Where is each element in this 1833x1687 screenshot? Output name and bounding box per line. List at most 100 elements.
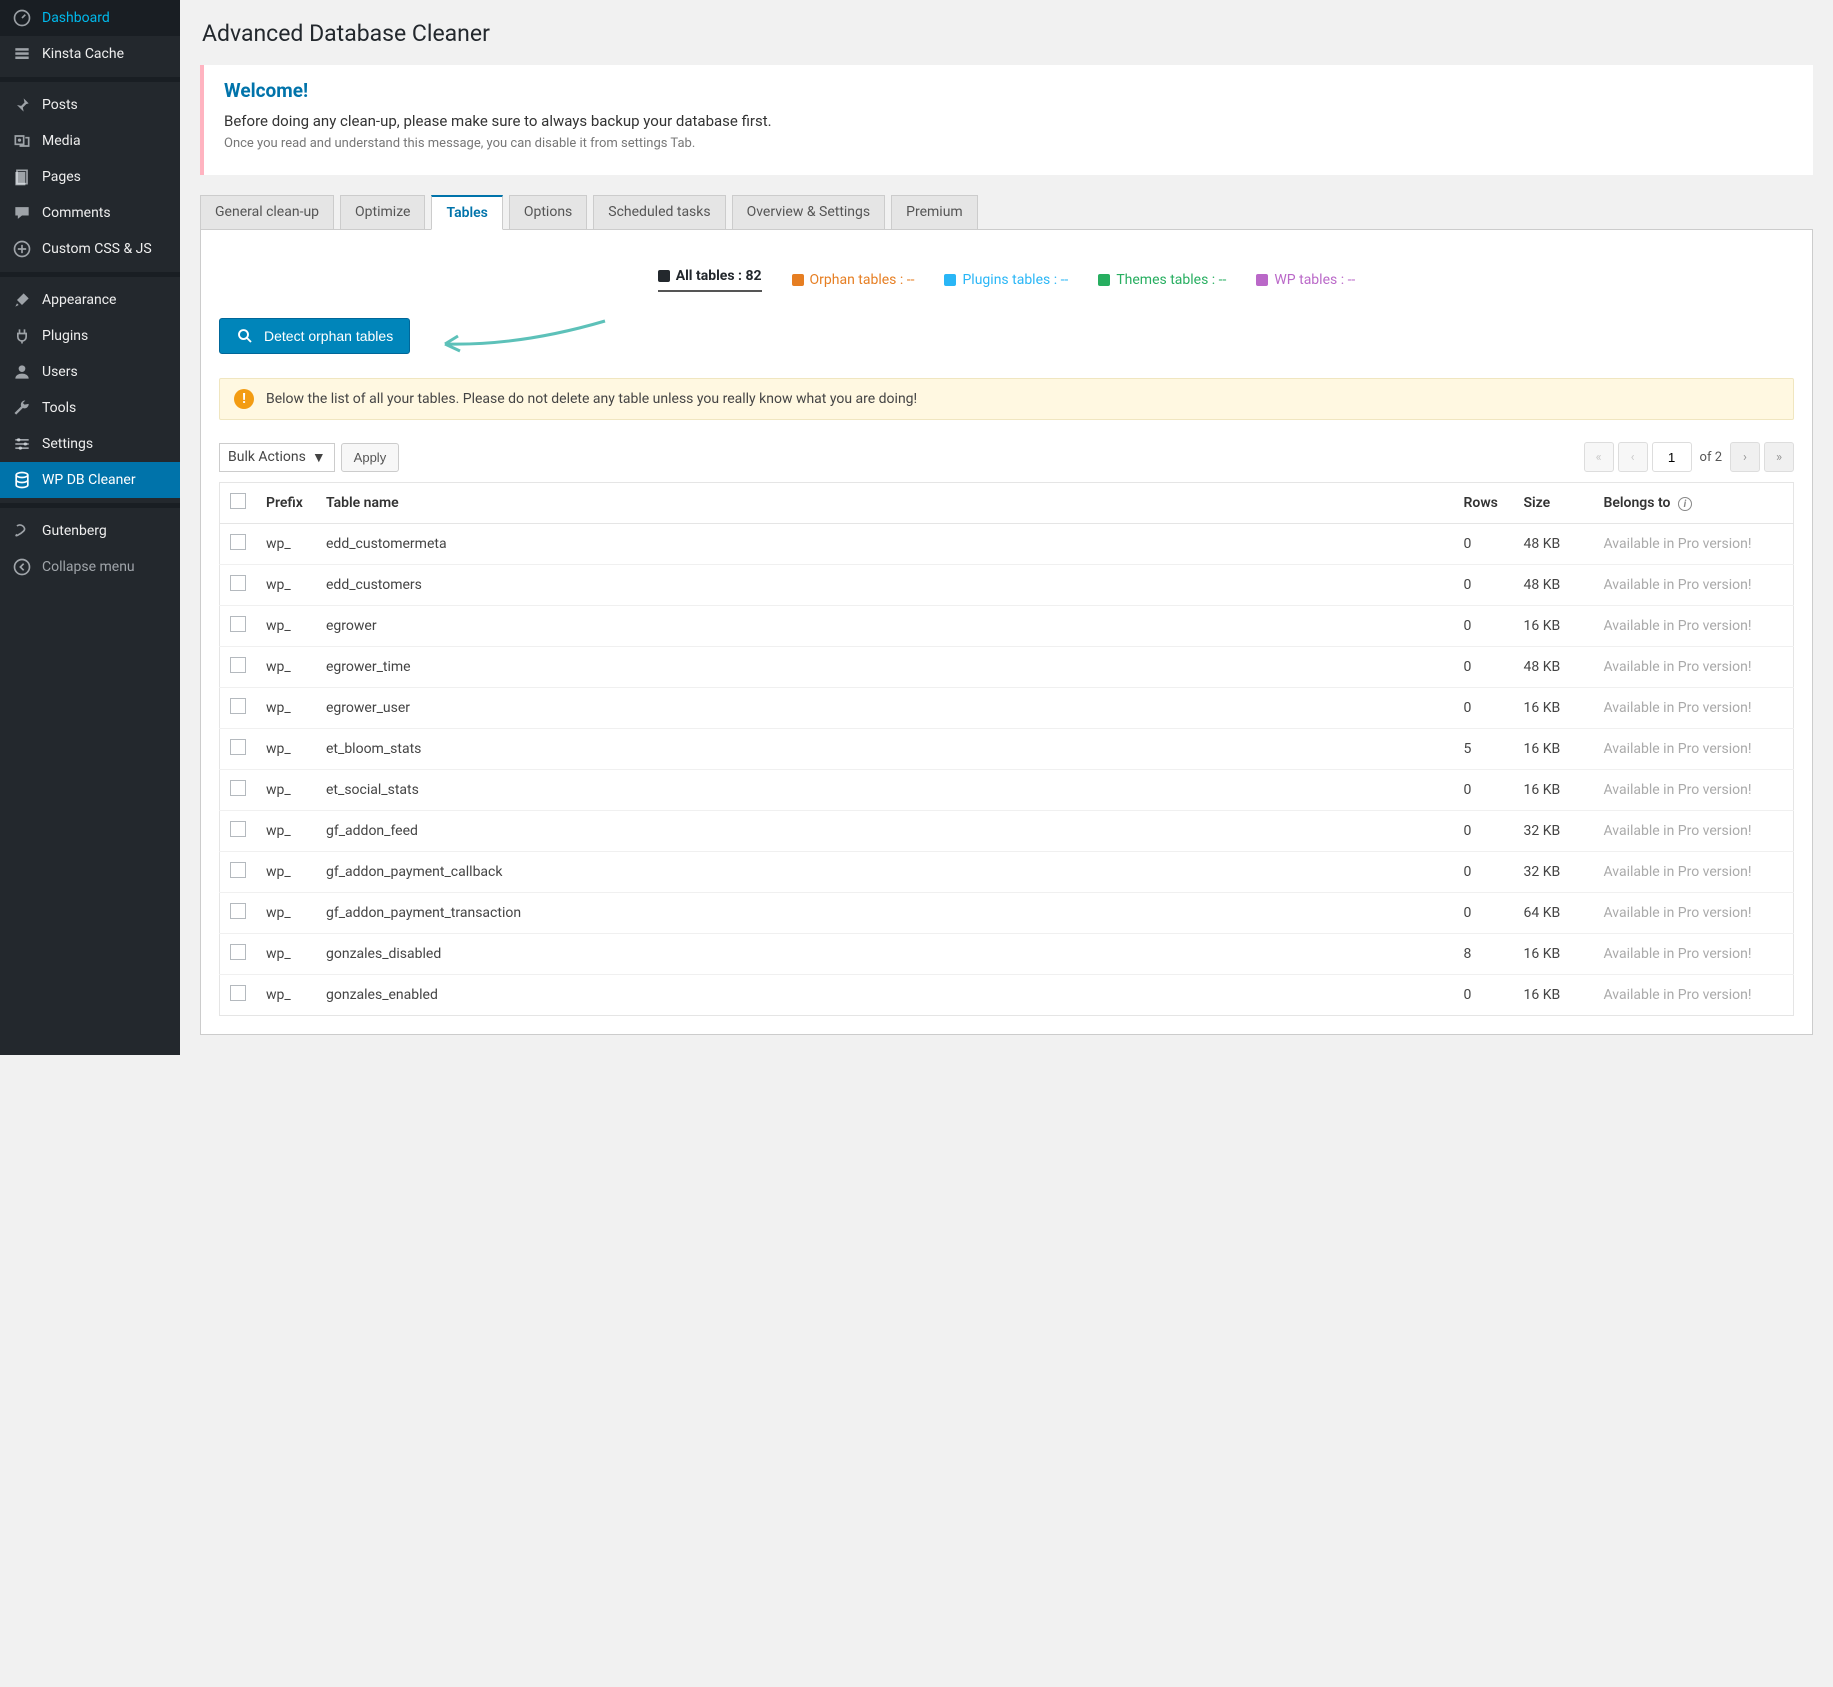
welcome-line2: Once you read and understand this messag… [224,136,1793,151]
table-row: wp_gonzales_disabled816 KBAvailable in P… [220,934,1794,975]
col-rows[interactable]: Rows [1454,483,1514,524]
row-rows: 0 [1454,975,1514,1016]
tabs: General clean-upOptimizeTablesOptionsSch… [200,195,1813,230]
page-first-button[interactable]: « [1584,442,1614,472]
row-name: et_social_stats [316,770,1454,811]
table-row: wp_et_bloom_stats516 KBAvailable in Pro … [220,729,1794,770]
page-last-button[interactable]: » [1764,442,1794,472]
row-name: et_bloom_stats [316,729,1454,770]
filter-all[interactable]: All tables : 82 [658,268,762,292]
row-name: egrower [316,606,1454,647]
row-name: gf_addon_feed [316,811,1454,852]
sidebar-item-wp-db-cleaner[interactable]: WP DB Cleaner [0,462,180,498]
sidebar-item-users[interactable]: Users [0,354,180,390]
square-icon [658,270,670,282]
row-checkbox[interactable] [230,534,246,550]
col-size[interactable]: Size [1514,483,1594,524]
table-row: wp_egrower_time048 KBAvailable in Pro ve… [220,647,1794,688]
sidebar-item-label: Tools [42,400,76,416]
tab-premium[interactable]: Premium [891,195,978,230]
apply-button[interactable]: Apply [341,443,400,472]
tab-general-clean-up[interactable]: General clean-up [200,195,334,230]
tab-overview-settings[interactable]: Overview & Settings [732,195,886,230]
row-prefix: wp_ [256,647,316,688]
sidebar-item-plugins[interactable]: Plugins [0,318,180,354]
row-name: edd_customermeta [316,524,1454,565]
sidebar-item-appearance[interactable]: Appearance [0,282,180,318]
row-size: 48 KB [1514,565,1594,606]
sidebar-item-label: Collapse menu [42,559,135,575]
row-prefix: wp_ [256,934,316,975]
row-checkbox[interactable] [230,657,246,673]
sidebar-item-label: Plugins [42,328,88,344]
sidebar-item-comments[interactable]: Comments [0,195,180,231]
sidebar-item-tools[interactable]: Tools [0,390,180,426]
sidebar-item-gutenberg[interactable]: Gutenberg [0,513,180,549]
sidebar-item-kinsta-cache[interactable]: Kinsta Cache [0,36,180,72]
sidebar-item-label: Kinsta Cache [42,46,124,62]
cache-icon [12,44,32,64]
filter-themes[interactable]: Themes tables : -- [1098,268,1226,292]
filter-plugins[interactable]: Plugins tables : -- [944,268,1068,292]
sidebar-item-pages[interactable]: Pages [0,159,180,195]
sidebar-item-collapse-menu[interactable]: Collapse menu [0,549,180,585]
page-next-button[interactable]: › [1730,442,1760,472]
row-checkbox[interactable] [230,985,246,1001]
col-name[interactable]: Table name [316,483,1454,524]
row-checkbox[interactable] [230,698,246,714]
row-checkbox[interactable] [230,944,246,960]
row-belongs: Available in Pro version! [1594,647,1794,688]
info-icon[interactable]: i [1678,497,1692,511]
page-current-input[interactable] [1652,442,1692,472]
row-checkbox[interactable] [230,616,246,632]
row-rows: 0 [1454,688,1514,729]
sidebar-item-custom-css-js[interactable]: Custom CSS & JS [0,231,180,267]
row-checkbox[interactable] [230,575,246,591]
detect-orphan-button[interactable]: Detect orphan tables [219,318,410,354]
row-checkbox[interactable] [230,739,246,755]
row-name: gf_addon_payment_callback [316,852,1454,893]
welcome-heading: Welcome! [224,79,1793,102]
row-name: egrower_user [316,688,1454,729]
row-prefix: wp_ [256,893,316,934]
row-belongs: Available in Pro version! [1594,688,1794,729]
row-rows: 5 [1454,729,1514,770]
sidebar-item-settings[interactable]: Settings [0,426,180,462]
row-belongs: Available in Pro version! [1594,975,1794,1016]
row-checkbox[interactable] [230,862,246,878]
row-checkbox[interactable] [230,903,246,919]
row-prefix: wp_ [256,524,316,565]
tab-optimize[interactable]: Optimize [340,195,425,230]
row-belongs: Available in Pro version! [1594,729,1794,770]
row-prefix: wp_ [256,852,316,893]
row-rows: 0 [1454,893,1514,934]
welcome-box: Welcome! Before doing any clean-up, plea… [200,65,1813,175]
select-all-checkbox[interactable] [230,493,246,509]
table-row: wp_gf_addon_feed032 KBAvailable in Pro v… [220,811,1794,852]
row-size: 32 KB [1514,852,1594,893]
sidebar-item-posts[interactable]: Posts [0,87,180,123]
sidebar-item-dashboard[interactable]: Dashboard [0,0,180,36]
sidebar-item-media[interactable]: Media [0,123,180,159]
warning-icon: ! [234,389,254,409]
table-row: wp_egrower_user016 KBAvailable in Pro ve… [220,688,1794,729]
row-belongs: Available in Pro version! [1594,524,1794,565]
filter-orphan[interactable]: Orphan tables : -- [792,268,915,292]
col-prefix[interactable]: Prefix [256,483,316,524]
tab-options[interactable]: Options [509,195,587,230]
row-belongs: Available in Pro version! [1594,811,1794,852]
page-prev-button[interactable]: ‹ [1618,442,1648,472]
bulk-actions-select[interactable]: Bulk Actions ▼ [219,443,335,472]
pagination: « ‹ of 2 › » [1584,442,1794,472]
sidebar-item-label: Users [42,364,78,380]
tab-tables[interactable]: Tables [431,195,502,230]
filter-wp[interactable]: WP tables : -- [1256,268,1355,292]
row-checkbox[interactable] [230,780,246,796]
row-checkbox[interactable] [230,821,246,837]
table-row: wp_edd_customermeta048 KBAvailable in Pr… [220,524,1794,565]
row-rows: 0 [1454,647,1514,688]
row-size: 16 KB [1514,975,1594,1016]
tab-scheduled-tasks[interactable]: Scheduled tasks [593,195,725,230]
row-prefix: wp_ [256,975,316,1016]
row-prefix: wp_ [256,606,316,647]
